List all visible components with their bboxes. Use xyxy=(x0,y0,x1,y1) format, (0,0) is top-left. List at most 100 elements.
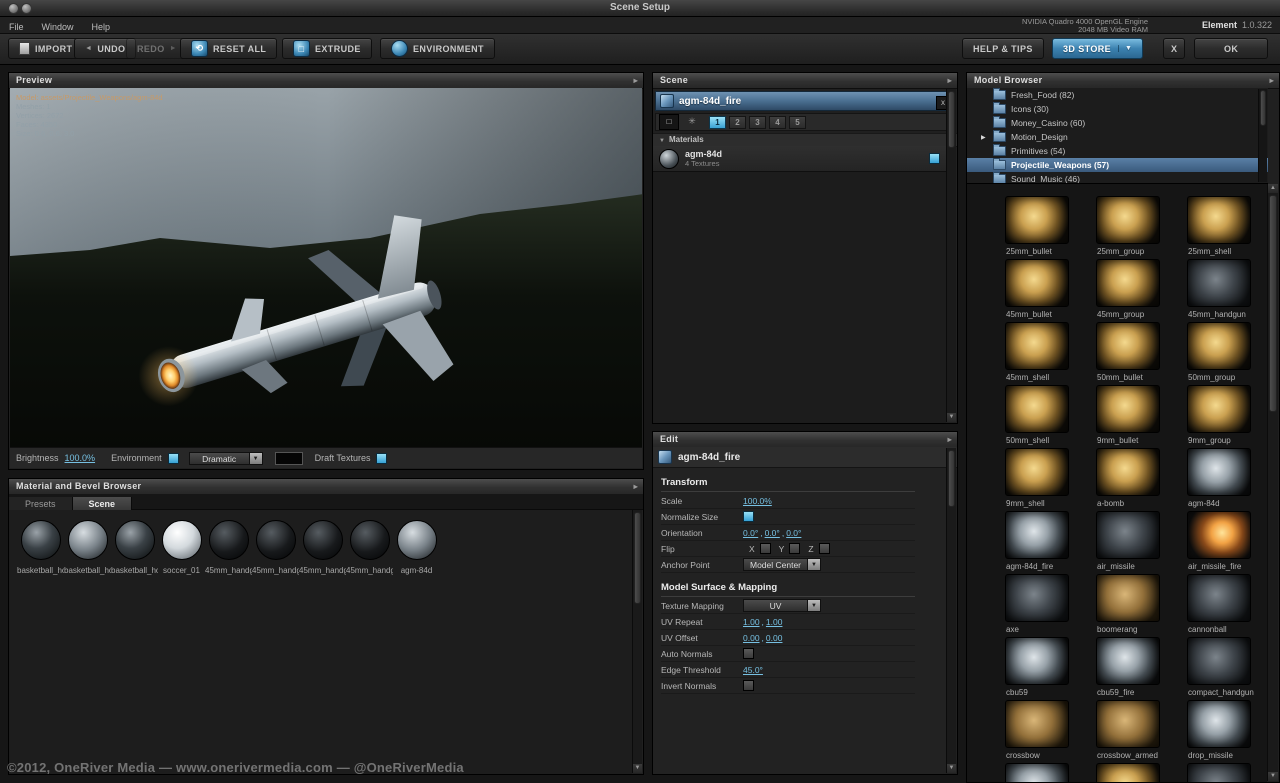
model-item-45mm-handgun[interactable]: 45mm_handgun xyxy=(1173,259,1264,322)
group-button-3[interactable]: 3 xyxy=(749,116,766,129)
model-item-drop-missile[interactable]: drop_missile xyxy=(1173,700,1264,763)
value-uv-repeat-1[interactable]: 1.00 xyxy=(766,617,783,627)
material-item-soccer-01[interactable]: soccer_01 xyxy=(158,520,205,575)
scroll-down-icon[interactable]: ▼ xyxy=(633,764,642,773)
model-item-cannonball[interactable]: cannonball xyxy=(1173,574,1264,637)
ok-button[interactable]: OK xyxy=(1194,38,1268,59)
model-item-a-bomb[interactable]: a-bomb xyxy=(1082,448,1173,511)
3d-store-button[interactable]: 3D STORE ▼ xyxy=(1052,38,1143,59)
model-item-9mm-shell[interactable]: 9mm_shell xyxy=(991,448,1082,511)
cancel-x-button[interactable]: X xyxy=(1163,38,1185,59)
model-item-compact-handgun[interactable]: compact_handgun xyxy=(1173,637,1264,700)
folder-primitives-54[interactable]: Primitives (54) xyxy=(967,144,1268,158)
value-orientation-2[interactable]: 0.0° xyxy=(786,528,801,538)
particle-tool-icon[interactable]: ✳ xyxy=(682,114,702,130)
background-color-swatch[interactable] xyxy=(275,452,303,465)
environment-checkbox[interactable] xyxy=(168,453,179,464)
scrollbar-thumb[interactable] xyxy=(1260,90,1266,126)
model-item-agm-84d-fire[interactable]: agm-84d_fire xyxy=(991,511,1082,574)
tree-scrollbar[interactable] xyxy=(1258,89,1267,182)
folder-projectile-weapons-57[interactable]: Projectile_Weapons (57) xyxy=(967,158,1268,172)
model-item-45mm-shell[interactable]: 45mm_shell xyxy=(991,322,1082,385)
material-item-basketball-ho[interactable]: basketball_ho xyxy=(17,520,64,575)
value-orientation-1[interactable]: 0.0° xyxy=(765,528,780,538)
model-item-item[interactable] xyxy=(991,763,1082,782)
redo-button[interactable]: REDO ► xyxy=(126,38,188,59)
menu-window[interactable]: Window xyxy=(33,19,83,35)
model-item-axe[interactable]: axe xyxy=(991,574,1082,637)
scene-item-agm-84d-fire[interactable]: agm-84d_fire x xyxy=(655,91,955,111)
model-item-25mm-shell[interactable]: 25mm_shell xyxy=(1173,196,1264,259)
material-browser-scrollbar[interactable]: ▼ xyxy=(632,510,642,773)
model-item-25mm-bullet[interactable]: 25mm_bullet xyxy=(991,196,1082,259)
group-button-1[interactable]: 1 xyxy=(709,116,726,129)
checkbox-flip-z[interactable] xyxy=(819,543,830,554)
scrollbar-thumb[interactable] xyxy=(948,91,955,148)
dropdown-anchor-point[interactable]: Model Center▼ xyxy=(743,558,821,571)
folder-motion-design[interactable]: ▶Motion_Design xyxy=(967,130,1268,144)
model-item-25mm-group[interactable]: 25mm_group xyxy=(1082,196,1173,259)
model-item-50mm-shell[interactable]: 50mm_shell xyxy=(991,385,1082,448)
brightness-value[interactable]: 100.0% xyxy=(65,453,96,463)
model-item-50mm-bullet[interactable]: 50mm_bullet xyxy=(1082,322,1173,385)
reset-all-button[interactable]: ⟲ RESET ALL xyxy=(180,38,277,59)
scrollbar-thumb[interactable] xyxy=(948,450,955,507)
scroll-down-icon[interactable]: ▼ xyxy=(947,413,956,422)
value-scale[interactable]: 100.0% xyxy=(743,496,772,506)
edit-scrollbar[interactable]: ▼ xyxy=(946,448,956,773)
material-enabled-checkbox[interactable] xyxy=(929,153,940,164)
checkbox-flip-y[interactable] xyxy=(789,543,800,554)
menu-file[interactable]: File xyxy=(0,19,33,35)
group-button-2[interactable]: 2 xyxy=(729,116,746,129)
scroll-down-icon[interactable]: ▼ xyxy=(947,764,956,773)
scene-scrollbar[interactable]: ▼ xyxy=(946,89,956,422)
environment-button[interactable]: ENVIRONMENT xyxy=(380,38,495,59)
dropdown-texture-mapping[interactable]: UV▼ xyxy=(743,599,821,612)
extrude-button[interactable]: □ EXTRUDE xyxy=(282,38,372,59)
panel-menu-icon[interactable]: ▸ xyxy=(948,432,952,447)
material-item-basketball-ho[interactable]: basketball_ho xyxy=(64,520,111,575)
model-item-9mm-bullet[interactable]: 9mm_bullet xyxy=(1082,385,1173,448)
expand-arrow-icon[interactable]: ▶ xyxy=(981,134,986,141)
model-item-45mm-group[interactable]: 45mm_group xyxy=(1082,259,1173,322)
environment-preset-dropdown[interactable]: Dramatic ▼ xyxy=(189,452,263,465)
scroll-up-icon[interactable]: ▲ xyxy=(1268,184,1278,193)
model-item-air-missile-fire[interactable]: air_missile_fire xyxy=(1173,511,1264,574)
folder-sound-music-46[interactable]: Sound_Music (46) xyxy=(967,172,1268,184)
model-item-item[interactable] xyxy=(1082,763,1173,782)
material-item-45mm-handg[interactable]: 45mm_handg xyxy=(205,520,252,575)
folder-money-casino-60[interactable]: Money_Casino (60) xyxy=(967,116,1268,130)
group-button-4[interactable]: 4 xyxy=(769,116,786,129)
checkbox-normalize-size[interactable] xyxy=(743,511,754,522)
model-item-9mm-group[interactable]: 9mm_group xyxy=(1173,385,1264,448)
panel-menu-icon[interactable]: ▸ xyxy=(634,73,638,88)
model-item-crossbow[interactable]: crossbow xyxy=(991,700,1082,763)
import-button[interactable]: IMPORT xyxy=(8,38,83,59)
panel-menu-icon[interactable]: ▸ xyxy=(948,73,952,88)
model-item-50mm-group[interactable]: 50mm_group xyxy=(1173,322,1264,385)
model-item-boomerang[interactable]: boomerang xyxy=(1082,574,1173,637)
model-item-cbu59[interactable]: cbu59 xyxy=(991,637,1082,700)
model-item-cbu59-fire[interactable]: cbu59_fire xyxy=(1082,637,1173,700)
checkbox-invert-normals[interactable] xyxy=(743,680,754,691)
checkbox-auto-normals[interactable] xyxy=(743,648,754,659)
model-item-item[interactable] xyxy=(1173,763,1264,782)
scrollbar-thumb[interactable] xyxy=(1269,195,1277,412)
model-item-agm-84d[interactable]: agm-84d xyxy=(1173,448,1264,511)
group-button-5[interactable]: 5 xyxy=(789,116,806,129)
material-item-45mm-handg[interactable]: 45mm_handg xyxy=(252,520,299,575)
checkbox-flip-x[interactable] xyxy=(760,543,771,554)
model-grid-scrollbar[interactable]: ▲ ▼ xyxy=(1267,184,1278,781)
cube-tool-icon[interactable]: □ xyxy=(659,114,679,130)
material-item-45mm-handg[interactable]: 45mm_handg xyxy=(299,520,346,575)
panel-menu-icon[interactable]: ▸ xyxy=(634,479,638,494)
model-item-air-missile[interactable]: air_missile xyxy=(1082,511,1173,574)
value-uv-offset-0[interactable]: 0.00 xyxy=(743,633,760,643)
model-item-45mm-bullet[interactable]: 45mm_bullet xyxy=(991,259,1082,322)
folder-fresh-food-82[interactable]: Fresh_Food (82) xyxy=(967,88,1268,102)
material-item-basketball-ho[interactable]: basketball_ho xyxy=(111,520,158,575)
folder-icons-30[interactable]: Icons (30) xyxy=(967,102,1268,116)
help-tips-button[interactable]: HELP & TIPS xyxy=(962,38,1044,59)
material-item-45mm-handg[interactable]: 45mm_handg xyxy=(346,520,393,575)
material-row-agm-84d[interactable]: agm-84d 4 Textures xyxy=(653,146,946,172)
